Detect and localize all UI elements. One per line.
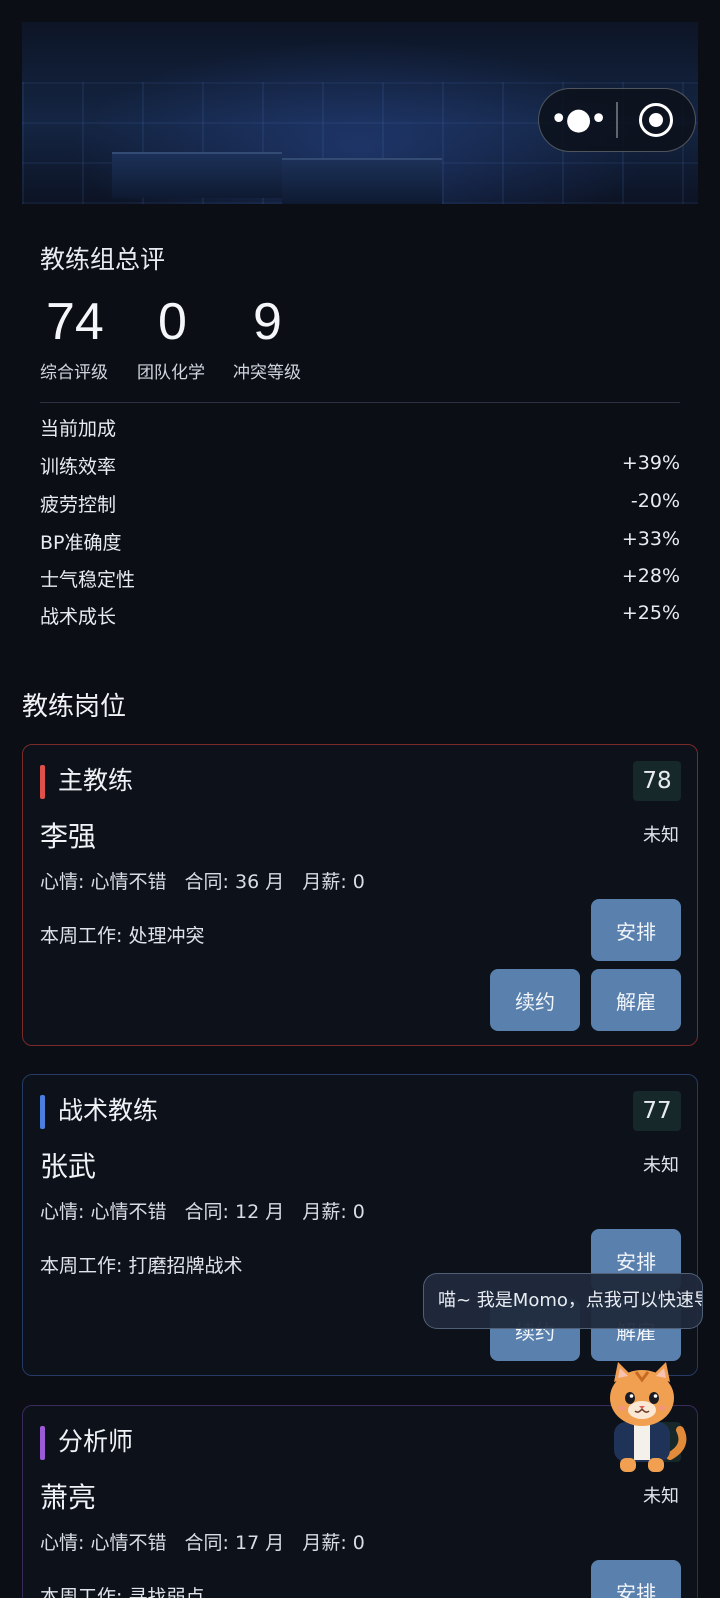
banner-desk-left [112,152,282,198]
role-accent-bar [40,1095,45,1129]
coach-name: 萧亮 [40,1481,97,1514]
bonus-value: +39% [621,452,680,474]
stat-overall-rating: 74 [46,292,104,352]
role-title: 主教练 [58,766,134,795]
stat-label: 综合评级 [40,363,108,383]
bonus-row: BP准确度 +33% [40,528,680,555]
stat-conflict-level-label-wrap: 冲突等级 [233,356,301,383]
coach-card-tactics: 战术教练 77 张武 未知 心情: 心情不错 合同: 12 月 月薪: 0 本周… [22,1074,698,1376]
coach-meta: 心情: 心情不错 合同: 36 月 月薪: 0 [40,871,365,893]
stat-team-chemistry-label-wrap: 团队化学 [137,356,205,383]
stat-label: 冲突等级 [233,363,301,383]
stat-label: 团队化学 [137,363,205,383]
score-badge: 77 [633,1091,681,1131]
fire-button[interactable]: 解雇 [591,969,681,1031]
arrange-button[interactable]: 安排 [591,899,681,961]
coach-name: 李强 [40,820,97,853]
coach-card-head: 主教练 78 李强 未知 心情: 心情不错 合同: 36 月 月薪: 0 本周工… [22,744,698,1046]
bonus-label: 战术成长 [40,606,117,628]
coach-status: 未知 [643,825,679,846]
coach-name: 张武 [40,1150,97,1183]
more-dots-icon[interactable]: •●• [539,90,616,150]
bonus-value: -20% [630,490,680,512]
bonus-value: +28% [621,565,680,587]
section-title: 教练岗位 [22,692,127,722]
bonus-row: 战术成长 +25% [40,602,680,629]
weekly-work: 本周工作: 打磨招牌战术 [40,1255,243,1277]
bonus-value: +25% [621,602,680,624]
bonus-label: BP准确度 [40,532,122,554]
momo-cat-mascot-icon[interactable] [596,1360,688,1476]
renew-button[interactable]: 续约 [490,969,580,1031]
miniprogram-capsule: •●• [538,88,696,152]
stat-value: 74 [46,293,104,351]
bonus-row: 士气稳定性 +28% [40,565,680,592]
stat-overall-rating-label-wrap: 综合评级 [40,356,108,383]
banner-desk-right [282,158,442,204]
role-accent-bar [40,1426,45,1460]
close-target-button[interactable] [618,103,695,137]
weekly-work: 本周工作: 寻找弱点 [40,1586,205,1598]
stat-conflict-level: 9 [253,292,282,352]
bonus-label: 训练效率 [40,456,117,478]
role-accent-bar [40,765,45,799]
role-title: 分析师 [58,1427,134,1456]
stat-value: 9 [253,293,282,351]
bonus-label: 士气稳定性 [40,569,136,591]
summary-divider [40,402,680,403]
bonus-row: 训练效率 +39% [40,452,680,479]
bonus-heading: 当前加成 [40,418,117,440]
arrange-button[interactable]: 安排 [591,1560,681,1598]
coach-status: 未知 [643,1486,679,1507]
target-circle-icon [639,103,674,137]
bonus-label: 疲劳控制 [40,494,117,516]
bonus-row: 疲劳控制 -20% [40,490,680,517]
assistant-speech-bubble[interactable]: 喵~ 我是Momo，点我可以快速导航 [423,1273,703,1329]
coach-status: 未知 [643,1155,679,1176]
role-title: 战术教练 [58,1096,159,1125]
summary-title: 教练组总评 [40,245,166,274]
weekly-work: 本周工作: 处理冲突 [40,925,205,947]
coach-meta: 心情: 心情不错 合同: 17 月 月薪: 0 [40,1532,365,1554]
stat-value: 0 [158,293,187,351]
score-badge: 78 [633,761,681,801]
bonus-value: +33% [621,528,680,550]
coach-meta: 心情: 心情不错 合同: 12 月 月薪: 0 [40,1201,365,1223]
stat-team-chemistry: 0 [158,292,187,352]
